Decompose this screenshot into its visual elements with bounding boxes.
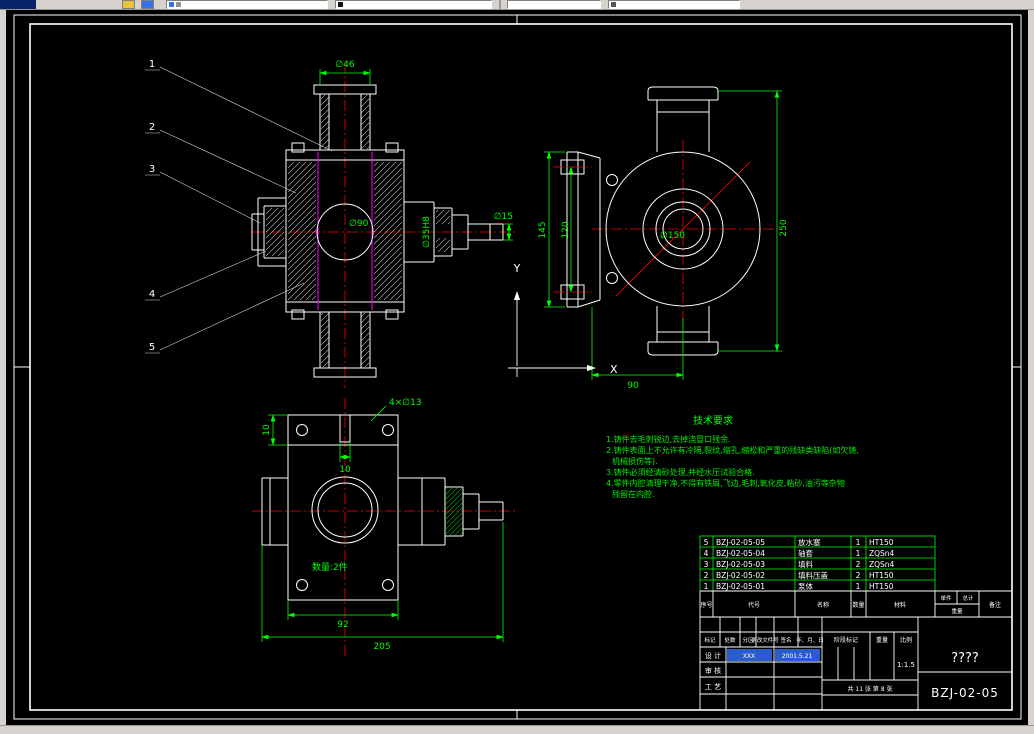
balloon-4: 4 [149, 289, 155, 300]
svg-text:处数: 处数 [724, 636, 736, 644]
svg-text:BZJ-02-05-03: BZJ-02-05-03 [716, 560, 765, 569]
color-chip [338, 2, 343, 7]
balloon-2: 2 [149, 122, 155, 133]
svg-text:标记: 标记 [704, 636, 716, 644]
dim-label-250: 250 [779, 219, 789, 236]
dim-label-10-slot: 10 [339, 465, 351, 475]
sheet-info: 共 11 张 第 8 张 [848, 685, 893, 693]
model-space[interactable] [6, 9, 1028, 726]
svg-text:填料: 填料 [798, 559, 813, 569]
dim-label-120: 120 [561, 221, 571, 238]
svg-text:年、月、日: 年、月、日 [796, 636, 824, 644]
svg-text:BZJ-02-05-01: BZJ-02-05-01 [716, 582, 765, 591]
tech-req-line-4: 3.铸件必须经清砂处理,并经水压试验合格. [606, 467, 755, 477]
svg-text:HT150: HT150 [869, 582, 894, 591]
dim-label-d15: ∅15 [494, 212, 513, 222]
svg-text:更改文件号: 更改文件号 [751, 636, 779, 644]
craft-label: 工 艺 [705, 683, 721, 691]
toolbar [0, 0, 1034, 10]
svg-text:4: 4 [704, 549, 709, 558]
toolbar-handle[interactable] [0, 0, 36, 9]
svg-text:1: 1 [856, 538, 861, 547]
check-label: 审 核 [705, 666, 721, 675]
stage-label: 阶段标记 [834, 636, 858, 644]
tech-req-line-6: 残留在内腔. [612, 489, 655, 499]
status-bar [0, 725, 1034, 734]
toolbar-icon-b[interactable] [141, 0, 154, 9]
quantity-note: 数量:2件 [312, 561, 348, 573]
layer-color-chip [169, 2, 174, 7]
header-name: 名称 [817, 601, 829, 609]
balloon-5: 5 [149, 342, 155, 353]
tech-req-line-1: 1.铸件去毛刺锐边,去掉浇冒口残余. [606, 434, 731, 444]
header-unit-weight: 单件 [940, 594, 952, 602]
svg-text:签名: 签名 [780, 636, 791, 644]
header-no: 序号 [700, 601, 712, 609]
svg-text:1: 1 [856, 549, 861, 558]
dim-label-10-left: 10 [262, 424, 272, 436]
drawing-canvas[interactable]: ∅46 ∅15 ∅90 ∅35H8 1 2 3 4 5 145 120 ∅150… [0, 0, 1034, 734]
weight-label: 重量 [876, 636, 888, 644]
lineweight-combo[interactable] [608, 0, 740, 9]
svg-text:3: 3 [704, 560, 709, 569]
header-code: 代号 [748, 601, 760, 609]
svg-text:HT150: HT150 [869, 571, 894, 580]
svg-text:BZJ-02-05-02: BZJ-02-05-02 [716, 571, 765, 580]
y-axis-label: Y [513, 262, 521, 275]
svg-text:HT150: HT150 [869, 538, 894, 547]
balloon-3: 3 [149, 164, 155, 175]
dim-label-90: 90 [627, 381, 639, 391]
design-name: XXX [743, 653, 755, 660]
header-total-weight: 总计 [962, 594, 974, 602]
dim-label-d90: ∅90 [349, 219, 369, 229]
svg-text:填料压盖: 填料压盖 [798, 570, 828, 580]
lineweight-chip [611, 2, 616, 7]
toolbar-separator [499, 0, 501, 9]
layer-combo[interactable] [166, 0, 328, 9]
svg-text:5: 5 [704, 538, 709, 547]
svg-text:2: 2 [704, 571, 709, 580]
header-material: 材料 [894, 601, 906, 609]
tech-req-line-3: 机械损伤等). [612, 456, 658, 466]
svg-text:BZJ-02-05-05: BZJ-02-05-05 [716, 538, 765, 547]
svg-text:2: 2 [856, 560, 861, 569]
svg-text:泵体: 泵体 [798, 581, 813, 591]
svg-text:1: 1 [704, 582, 709, 591]
svg-text:轴套: 轴套 [798, 548, 813, 558]
toolbar-icon-a[interactable] [122, 0, 135, 9]
header-remark: 备注 [989, 601, 1001, 609]
x-axis-label: X [610, 363, 618, 376]
tech-req-line-2: 2.铸件表面上不允许有冷隔,裂纹,缩孔,缩松和严重的残缺类缺陷(如欠铸, [606, 445, 859, 455]
drawing-number: BZJ-02-05 [931, 686, 999, 700]
svg-text:1: 1 [856, 582, 861, 591]
dim-label-205: 205 [373, 642, 390, 652]
svg-text:BZJ-02-05-04: BZJ-02-05-04 [716, 549, 765, 558]
svg-text:放水塞: 放水塞 [798, 537, 821, 547]
color-combo[interactable] [335, 0, 492, 9]
part-name: ???? [951, 651, 979, 666]
dim-label-d46: ∅46 [335, 60, 355, 70]
dim-label-d35h8: ∅35H8 [422, 216, 432, 248]
linetype-combo[interactable] [507, 0, 601, 9]
header-qty: 数量 [852, 601, 864, 609]
tech-req-line-5: 4.零件内腔清理干净,不得有铁屑,飞边,毛刺,氧化皮,粘砂,油污等杂物 [606, 478, 845, 488]
header-weight: 重量 [951, 607, 963, 615]
balloon-1: 1 [149, 59, 155, 70]
design-date: 2001.5.21 [782, 653, 813, 660]
scale-label: 比例 [900, 636, 912, 644]
scale-value: 1:1.5 [897, 661, 915, 669]
dim-label-4xd13: 4×∅13 [389, 398, 422, 408]
layer-state-icon [176, 2, 181, 7]
dim-label-145: 145 [538, 221, 548, 238]
svg-text:ZQSn4: ZQSn4 [869, 560, 895, 569]
tech-req-title: 技术要求 [693, 414, 733, 427]
dim-label-d150: ∅150 [660, 231, 685, 241]
dim-label-92: 92 [337, 620, 348, 630]
svg-text:2: 2 [856, 571, 861, 580]
svg-text:ZQSn4: ZQSn4 [869, 549, 895, 558]
design-label: 设 计 [705, 651, 721, 660]
